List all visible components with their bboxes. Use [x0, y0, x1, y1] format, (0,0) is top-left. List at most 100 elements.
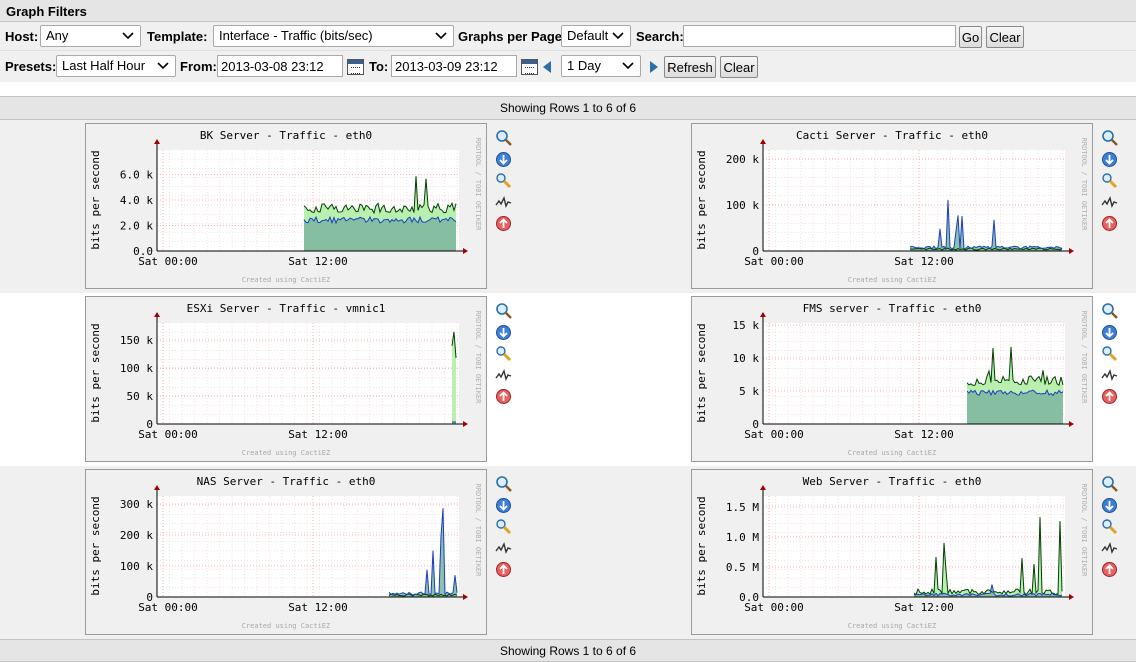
graph-title: Cacti Server - Traffic - eth0 [796, 129, 988, 142]
filter-row-2: Presets: Last Half Hour From: 2013-03-08… [0, 51, 1136, 82]
graph-3[interactable]: 0 50 k 100 k 150 k ESXi Server - Traffic - v… [85, 296, 487, 462]
graph-canvas: 0.00.5 M1.0 M1.5 MWeb Server - Traffic -… [692, 470, 1092, 634]
graph-canvas: 050 k100 k150 kESXi Server - Traffic - v… [86, 297, 486, 461]
chevron-down-icon [612, 32, 624, 40]
graph-2[interactable]: 0 100 k 200 k Cacti Server - Traffic - eth0… [691, 123, 1093, 289]
graphs-per-page-select[interactable]: Default [561, 25, 631, 47]
zoom-icon[interactable] [1101, 302, 1118, 319]
graph-5[interactable]: 0 100 k 200 k 300 k NAS Server - Traffic - e… [85, 469, 487, 635]
edit-icon[interactable] [1101, 518, 1118, 535]
zoom-icon[interactable] [495, 302, 512, 319]
from-date-input[interactable]: 2013-03-08 23:12 [217, 55, 343, 77]
graph-6[interactable]: 0.0 0.5 M 1.0 M 1.5 M Web Server - Traffic -… [691, 469, 1093, 635]
graphs-per-page-label: Graphs per Page: [458, 29, 567, 44]
pager-bottom: Showing Rows 1 to 6 of 6 [0, 639, 1136, 662]
edit-icon[interactable] [1101, 172, 1118, 189]
download-icon[interactable] [1101, 497, 1118, 514]
graphs-per-page-value: Default [567, 28, 609, 43]
y-axis-label: bits per second [89, 496, 102, 595]
y-tick-label: 6.0 k [120, 169, 153, 182]
zoom-icon[interactable] [495, 129, 512, 146]
y-tick-label: 300 k [120, 498, 153, 511]
top-icon[interactable] [1101, 388, 1118, 405]
y-tick-label: 200 k [726, 153, 759, 166]
realtime-icon[interactable] [495, 540, 512, 557]
y-tick-label: 100 k [120, 560, 153, 573]
download-icon[interactable] [1101, 151, 1118, 168]
y-tick-label: 100 k [120, 362, 153, 375]
created-using-text: Created using CactiEZ [848, 449, 937, 457]
graph-4[interactable]: 05 k 10 k 15 k FMS server - Traffic - eth0 S… [691, 296, 1093, 462]
search-input[interactable] [683, 25, 956, 47]
template-label: Template: [147, 29, 208, 44]
rrdtool-watermark: RRDTOOL / TOBI OETIKER [1080, 138, 1088, 232]
download-icon[interactable] [495, 497, 512, 514]
chevron-down-icon [435, 32, 447, 40]
timespan-select-value: 1 Day [567, 58, 601, 73]
created-using-text: Created using CactiEZ [848, 622, 937, 630]
go-button[interactable]: Go [959, 26, 982, 48]
download-icon[interactable] [1101, 324, 1118, 341]
host-select-value: Any [46, 28, 69, 43]
download-icon[interactable] [495, 324, 512, 341]
graph-1[interactable]: 0.0 2.0 k 4.0 k 6.0 k BK Server - Traffic - … [85, 123, 487, 289]
host-select[interactable]: Any [40, 25, 141, 47]
graph-title: ESXi Server - Traffic - vmnic1 [187, 302, 386, 315]
template-select[interactable]: Interface - Traffic (bits/sec) [213, 25, 454, 47]
realtime-icon[interactable] [1101, 194, 1118, 211]
x-tick-label: Sat 00:00 [744, 428, 804, 441]
y-tick-label: 5 k [739, 385, 759, 398]
edit-icon[interactable] [495, 345, 512, 362]
graph-title: NAS Server - Traffic - eth0 [197, 475, 376, 488]
realtime-icon[interactable] [495, 194, 512, 211]
graph-canvas: 0100 k200 k300 kNAS Server - Traffic - e… [86, 470, 486, 634]
zoom-icon[interactable] [495, 475, 512, 492]
to-date-input[interactable]: 2013-03-09 23:12 [391, 55, 517, 77]
zoom-icon[interactable] [1101, 475, 1118, 492]
edit-icon[interactable] [495, 518, 512, 535]
x-tick-label: Sat 12:00 [894, 428, 954, 441]
rrdtool-watermark: RRDTOOL / TOBI OETIKER [474, 484, 482, 578]
calendar-icon[interactable] [347, 59, 364, 75]
y-tick-label: 1.5 M [726, 501, 759, 514]
edit-icon[interactable] [1101, 345, 1118, 362]
timespan-select[interactable]: 1 Day [561, 55, 641, 77]
top-icon[interactable] [1101, 561, 1118, 578]
filter-row-1: Host: Any Template: Interface - Traffic … [0, 22, 1136, 51]
shift-right-arrow-icon[interactable] [650, 61, 658, 73]
realtime-icon[interactable] [495, 367, 512, 384]
top-icon[interactable] [495, 388, 512, 405]
top-icon[interactable] [495, 215, 512, 232]
y-tick-label: 50 k [127, 390, 154, 403]
presets-select-value: Last Half Hour [62, 58, 146, 73]
search-label: Search: [636, 29, 684, 44]
x-tick-label: Sat 12:00 [894, 601, 954, 614]
top-icon[interactable] [495, 561, 512, 578]
download-icon[interactable] [495, 151, 512, 168]
shift-left-arrow-icon[interactable] [543, 61, 551, 73]
edit-icon[interactable] [495, 172, 512, 189]
x-tick-label: Sat 00:00 [138, 428, 198, 441]
clear-timespan-button[interactable]: Clear [720, 56, 758, 78]
y-tick-label: 15 k [733, 319, 760, 332]
chevron-down-icon [622, 62, 634, 70]
calendar-icon[interactable] [521, 59, 538, 75]
y-tick-label: 150 k [120, 334, 153, 347]
y-tick-label: 200 k [120, 529, 153, 542]
x-tick-label: Sat 12:00 [288, 428, 348, 441]
created-using-text: Created using CactiEZ [848, 276, 937, 284]
y-axis-label: bits per second [89, 323, 102, 422]
clear-button[interactable]: Clear [986, 26, 1024, 48]
top-icon[interactable] [1101, 215, 1118, 232]
x-tick-label: Sat 00:00 [138, 255, 198, 268]
chevron-down-icon [122, 32, 134, 40]
created-using-text: Created using CactiEZ [242, 276, 331, 284]
y-tick-label: 10 k [733, 352, 760, 365]
rrdtool-watermark: RRDTOOL / TOBI OETIKER [1080, 484, 1088, 578]
y-tick-label: 0.5 M [726, 561, 759, 574]
realtime-icon[interactable] [1101, 367, 1118, 384]
zoom-icon[interactable] [1101, 129, 1118, 146]
realtime-icon[interactable] [1101, 540, 1118, 557]
refresh-button[interactable]: Refresh [664, 56, 716, 78]
presets-select[interactable]: Last Half Hour [56, 55, 176, 77]
